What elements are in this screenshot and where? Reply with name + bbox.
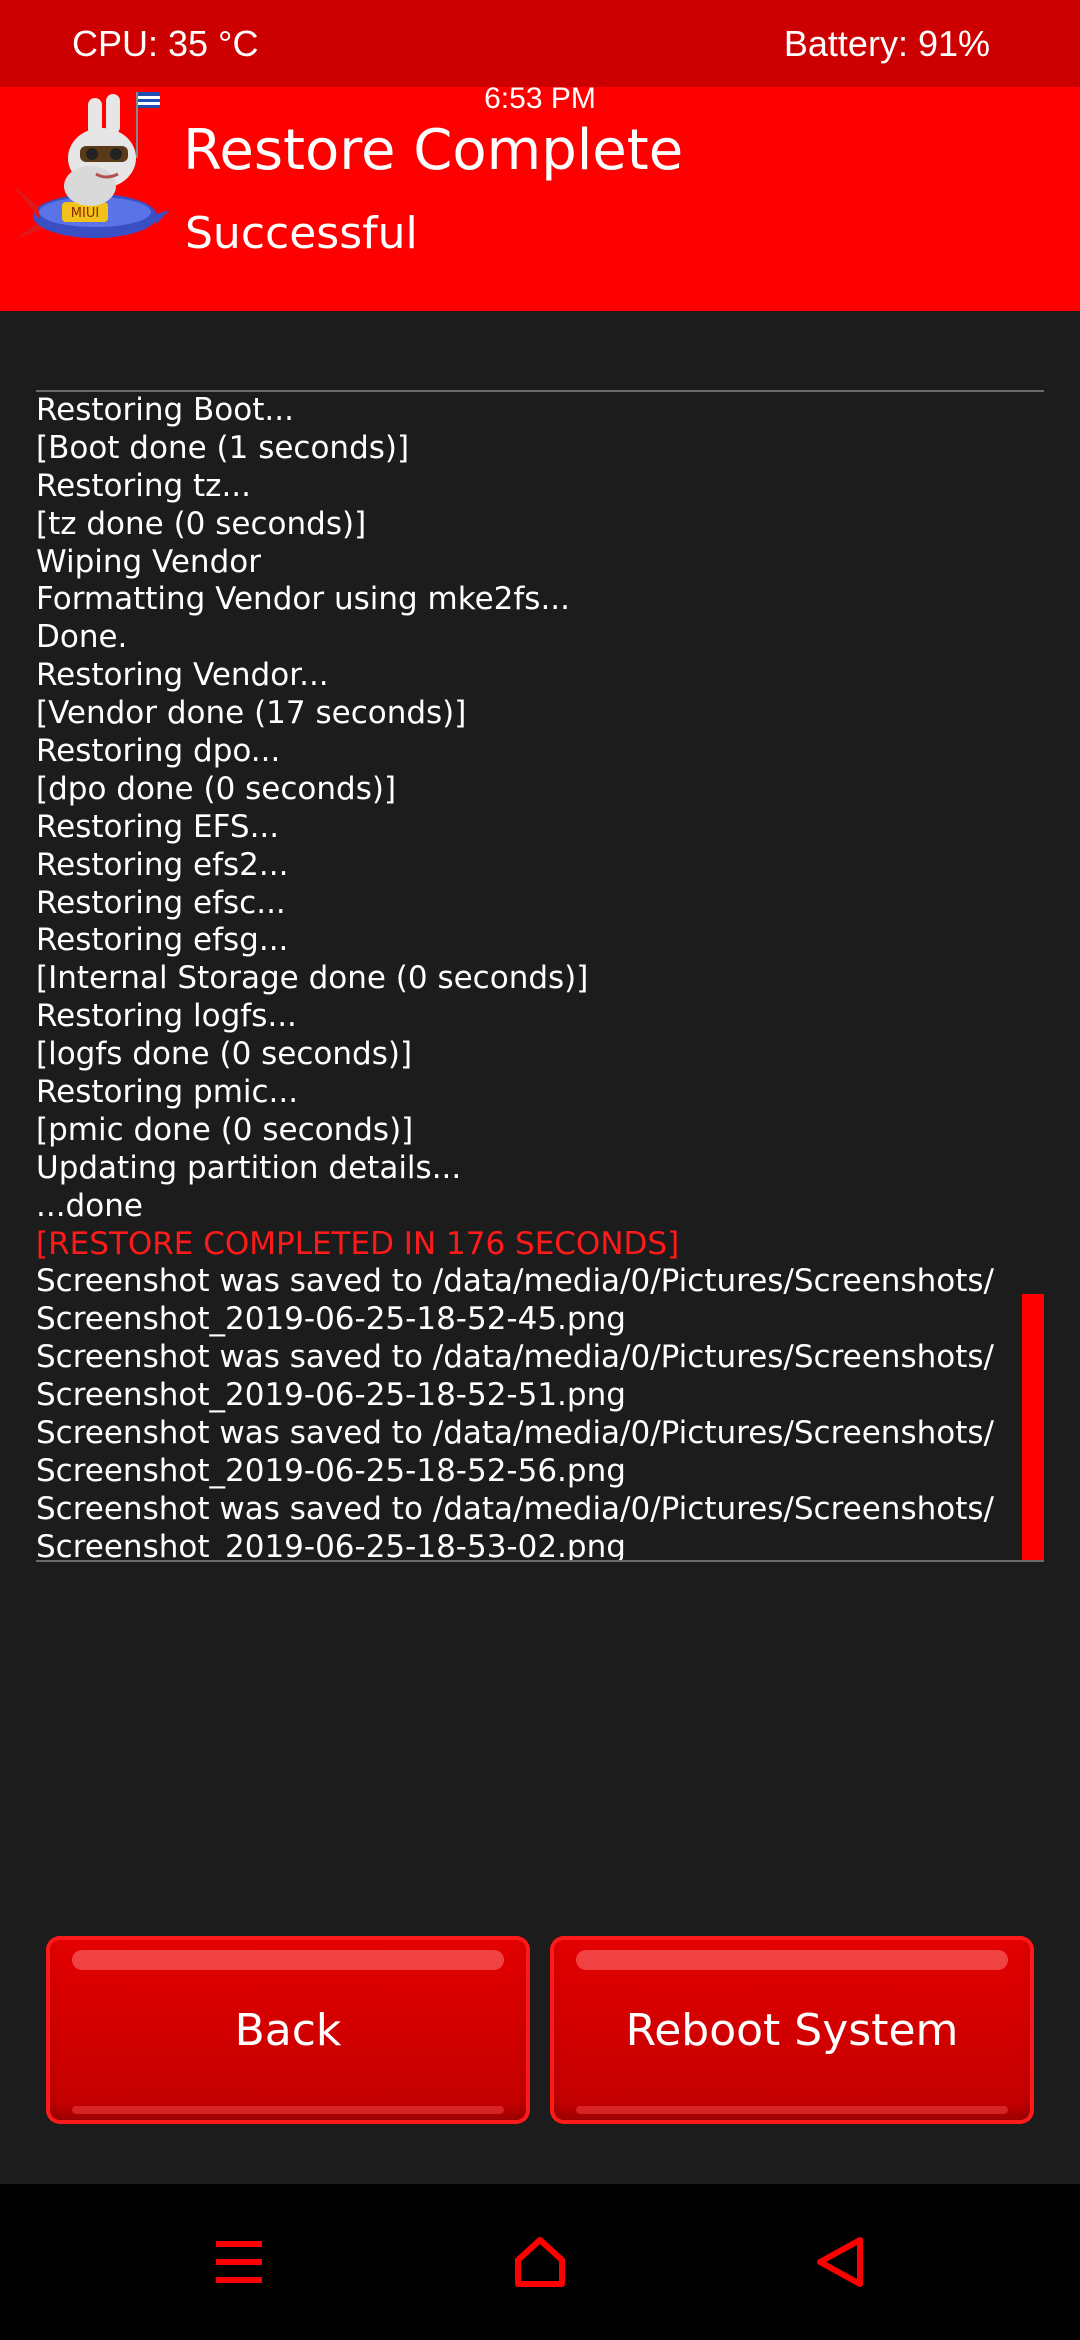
- miui-mascot-icon: MIUI: [12, 92, 170, 240]
- log-line: Restoring efs2...: [36, 846, 289, 883]
- log-line: [Internal Storage done (0 seconds)]: [36, 960, 589, 997]
- log-line: Updating partition details...: [36, 1149, 462, 1186]
- log-line: Screenshot_2019-06-25-18-52-51.png: [36, 1377, 626, 1414]
- log-line: [logfs done (0 seconds)]: [36, 1036, 413, 1073]
- log-line: Screenshot was saved to /data/media/0/Pi…: [36, 1339, 994, 1376]
- log-line: [dpo done (0 seconds)]: [36, 770, 397, 807]
- back-button-label: Back: [234, 2004, 342, 2056]
- log-line: Restoring EFS...: [36, 808, 280, 845]
- menu-icon: [216, 2241, 262, 2283]
- log-line: [RESTORE COMPLETED IN 176 SECONDS]: [36, 1225, 680, 1262]
- nav-back-button[interactable]: [780, 2184, 900, 2340]
- log-line: Screenshot_2019-06-25-18-52-56.png: [36, 1452, 626, 1489]
- page-title: Restore Complete: [183, 118, 684, 183]
- log-line: Restoring tz...: [36, 467, 252, 504]
- log-line: Screenshot_2019-06-25-18-52-45.png: [36, 1301, 626, 1338]
- log-line: [pmic done (0 seconds)]: [36, 1111, 414, 1148]
- page-subtitle: Successful: [185, 208, 418, 259]
- log-line: Screenshot was saved to /data/media/0/Pi…: [36, 1415, 994, 1452]
- log-line: ...done: [36, 1187, 143, 1224]
- battery-level: Battery: 91%: [783, 22, 990, 64]
- log-line: Done.: [36, 619, 128, 656]
- log-line: Restoring efsg...: [36, 922, 289, 959]
- home-icon: [515, 2237, 565, 2287]
- mascot-badge: MIUI: [71, 206, 99, 221]
- console-lines: Restoring Boot... [Boot done (1 seconds)]…: [36, 392, 1044, 1562]
- reboot-system-button[interactable]: Reboot System: [550, 1936, 1034, 2124]
- log-line: Screenshot was saved to /data/media/0/Pi…: [36, 1263, 994, 1300]
- log-line: [Vendor done (17 seconds)]: [36, 695, 467, 732]
- console-scrollbar[interactable]: [1022, 1294, 1044, 1560]
- cpu-temperature: CPU: 35 °C: [72, 22, 259, 64]
- status-bar: CPU: 35 °C Battery: 91%: [0, 0, 1080, 87]
- log-line: Restoring efsc...: [36, 884, 286, 921]
- log-line: Restoring Boot...: [36, 392, 294, 428]
- log-line: Restoring Vendor...: [36, 657, 329, 694]
- log-line: [Boot done (1 seconds)]: [36, 429, 410, 466]
- log-line: Screenshot_2019-06-25-18-53-02.png: [36, 1528, 626, 1562]
- reboot-system-button-label: Reboot System: [625, 2004, 959, 2056]
- console-log[interactable]: Restoring Boot... [Boot done (1 seconds)]…: [36, 390, 1044, 1562]
- log-line: Restoring pmic...: [36, 1074, 299, 1111]
- log-line: Restoring logfs...: [36, 998, 297, 1035]
- log-line: Formatting Vendor using mke2fs...: [36, 581, 571, 618]
- log-line: [tz done (0 seconds)]: [36, 505, 367, 542]
- log-line: Screenshot was saved to /data/media/0/Pi…: [36, 1490, 994, 1527]
- navigation-bar: [0, 2184, 1080, 2340]
- back-button[interactable]: Back: [46, 1936, 530, 2124]
- log-line: Restoring dpo...: [36, 733, 281, 770]
- nav-home-button[interactable]: [480, 2184, 600, 2340]
- back-icon: [817, 2237, 863, 2287]
- nav-menu-button[interactable]: [180, 2184, 300, 2340]
- log-line: Wiping Vendor: [36, 543, 261, 580]
